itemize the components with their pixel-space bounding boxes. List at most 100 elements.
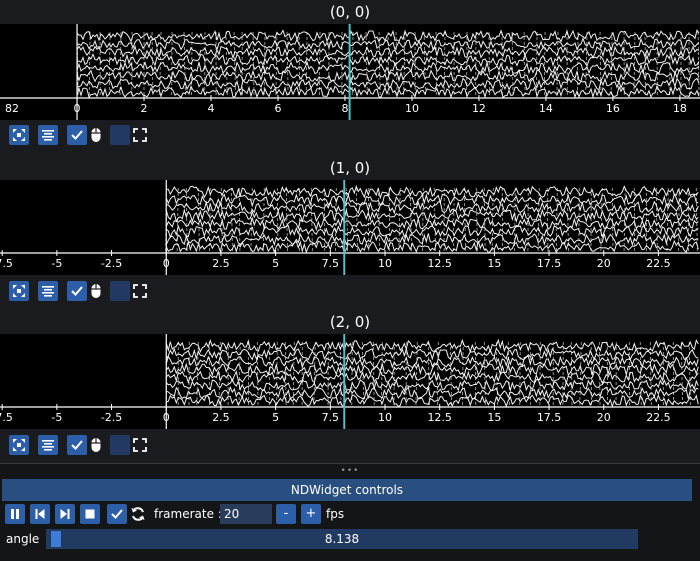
plot-toolbar-1 — [0, 276, 700, 304]
maintain-aspect-checkbox[interactable] — [67, 435, 87, 455]
pause-icon — [9, 508, 21, 520]
mouse-interaction-toggle[interactable] — [86, 125, 106, 145]
mouse-icon — [90, 437, 102, 453]
plot-toolbar-0 — [0, 120, 700, 148]
signal-trace — [77, 54, 699, 66]
plot-canvas-2[interactable]: -7.5-5-2.502.557.51012.51517.52022.5 — [0, 334, 700, 429]
fullscreen-icon — [133, 284, 147, 298]
signal-spike — [264, 32, 265, 96]
x-tick-label: 7.5 — [322, 257, 340, 270]
checkbox-icon — [110, 507, 124, 521]
x-tick-label: 0 — [74, 102, 81, 115]
signal-spike — [314, 342, 315, 405]
mouse-interaction-toggle[interactable] — [86, 281, 106, 301]
controls-header[interactable]: NDWidget controls — [2, 479, 692, 501]
x-tick-label: 5 — [272, 257, 279, 270]
x-tick-label: 20 — [597, 257, 611, 270]
x-tick-label: 10 — [378, 257, 392, 270]
signal-spike — [378, 188, 379, 251]
signal-spike — [340, 342, 341, 405]
empty-checkbox[interactable] — [110, 281, 130, 301]
ndwidget-controls-panel: ••• NDWidget controls — [0, 463, 700, 561]
stop-button[interactable] — [80, 504, 100, 524]
plot-svg-0: 02468101214161882 — [0, 24, 700, 120]
signal-trace — [166, 226, 698, 238]
fullscreen-icon — [133, 128, 147, 142]
signal-spike — [556, 188, 557, 251]
panel-resize-grip[interactable]: ••• — [0, 466, 700, 476]
x-tick-label: 5 — [272, 411, 279, 424]
x-tick-label: 4 — [208, 102, 215, 115]
refresh-icon — [130, 506, 146, 522]
mouse-icon — [90, 127, 102, 143]
autoscale-icon — [12, 284, 26, 298]
x-tick-label: 17.5 — [537, 257, 562, 270]
maintain-aspect-checkbox[interactable] — [67, 125, 87, 145]
fullscreen-button[interactable] — [130, 435, 150, 455]
mouse-icon — [90, 283, 102, 299]
signal-spike — [356, 188, 357, 251]
x-tick-label: 22.5 — [646, 257, 671, 270]
signal-spike — [287, 32, 288, 96]
empty-checkbox[interactable] — [110, 125, 130, 145]
x-tick-label: 7.5 — [322, 411, 340, 424]
signal-spike — [484, 188, 485, 251]
checkbox-icon — [70, 438, 84, 452]
signal-trace — [166, 186, 698, 198]
x-tick-label: 12.5 — [427, 257, 452, 270]
x-tick-label: 6 — [274, 102, 281, 115]
autoscale-button[interactable] — [9, 435, 29, 455]
signal-spike — [239, 188, 240, 251]
maintain-aspect-checkbox[interactable] — [67, 281, 87, 301]
framerate-decrement-button[interactable]: - — [276, 504, 296, 524]
plot-canvas-1[interactable]: -7.5-5-2.502.557.51012.51517.52022.5 — [0, 180, 700, 275]
signal-spike — [462, 342, 463, 405]
center-button[interactable] — [38, 125, 58, 145]
mouse-interaction-toggle[interactable] — [86, 435, 106, 455]
center-icon — [41, 284, 55, 298]
x-tick-label: 12.5 — [427, 411, 452, 424]
signal-spike — [89, 32, 90, 96]
center-icon — [41, 128, 55, 142]
x-tick-label: 10 — [378, 411, 392, 424]
signal-spike — [352, 32, 353, 96]
signal-spike — [544, 32, 545, 96]
fullscreen-button[interactable] — [130, 281, 150, 301]
center-icon — [41, 438, 55, 452]
signal-spike — [698, 32, 699, 96]
signal-spike — [679, 188, 680, 251]
framerate-increment-button[interactable]: + — [301, 504, 321, 524]
plot-toolbar-2 — [0, 430, 700, 458]
signal-spike — [624, 188, 625, 251]
empty-checkbox[interactable] — [110, 435, 130, 455]
loop-checkbox[interactable] — [107, 504, 127, 524]
autoscale-button[interactable] — [9, 281, 29, 301]
center-button[interactable] — [38, 435, 58, 455]
x-tick-label: 10 — [405, 102, 419, 115]
signal-trace — [166, 218, 698, 230]
fullscreen-button[interactable] — [130, 125, 150, 145]
plot-title-0: (0, 0) — [0, 2, 700, 22]
x-tick-label: 2.5 — [212, 257, 230, 270]
plot-canvas-0[interactable]: 02468101214161882 — [0, 24, 700, 120]
signal-spike — [404, 32, 405, 96]
signal-trace — [77, 86, 699, 97]
autoscale-icon — [12, 128, 26, 142]
step-back-icon — [34, 508, 46, 520]
loop-toggle[interactable] — [128, 504, 148, 524]
signal-trace — [166, 380, 698, 392]
x-tick-label: -5 — [51, 411, 62, 424]
step-forward-button[interactable] — [55, 504, 75, 524]
signal-trace — [166, 241, 698, 253]
x-tick-label: -2.5 — [101, 411, 122, 424]
step-back-button[interactable] — [30, 504, 50, 524]
autoscale-button[interactable] — [9, 125, 29, 145]
pause-button[interactable] — [5, 504, 25, 524]
center-button[interactable] — [38, 281, 58, 301]
angle-slider[interactable]: 8.138 — [46, 529, 638, 549]
x-tick-label: -2.5 — [101, 257, 122, 270]
signal-spike — [381, 342, 382, 405]
signal-spike — [484, 342, 485, 405]
framerate-input[interactable] — [220, 504, 272, 524]
signal-spike — [276, 32, 277, 96]
